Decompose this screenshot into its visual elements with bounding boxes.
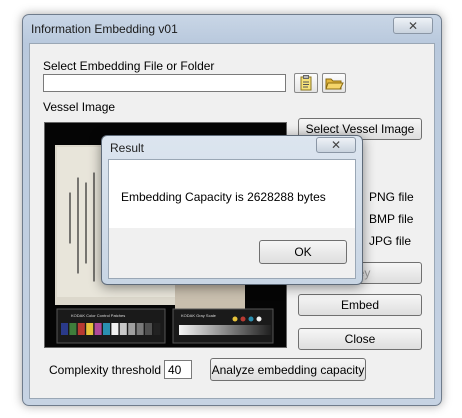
chart-label-1: KODAK Color Control Patches — [71, 313, 125, 318]
format-jpg[interactable]: JPG file — [369, 234, 411, 248]
analyze-capacity-button[interactable]: Analyze embedding capacity — [210, 358, 366, 381]
color-patch — [103, 323, 110, 335]
color-patch — [136, 323, 144, 335]
color-patch — [145, 323, 152, 335]
ok-button[interactable]: OK — [259, 240, 347, 264]
window-close-button[interactable]: ✕ — [393, 17, 433, 34]
vessel-label: Vessel Image — [43, 100, 116, 114]
close-icon: ✕ — [330, 138, 342, 152]
close-icon: ✕ — [407, 18, 419, 33]
window-title: Information Embedding v01 — [31, 22, 178, 36]
close-button[interactable]: Close — [298, 328, 422, 350]
open-folder-icon — [325, 78, 344, 90]
color-patch — [119, 323, 127, 335]
embed-button[interactable]: Embed — [298, 294, 422, 316]
format-bmp[interactable]: BMP file — [369, 212, 413, 226]
file-label: Select Embedding File or Folder — [43, 59, 215, 73]
dialog-title: Result — [110, 141, 145, 155]
clipboard-icon — [300, 75, 312, 91]
color-patch — [77, 323, 85, 335]
message-area: Embedding Capacity is 2628288 bytes — [109, 160, 355, 228]
color-patch — [94, 323, 102, 335]
color-patch — [86, 323, 94, 335]
color-patch — [153, 323, 161, 335]
dialog-body: Embedding Capacity is 2628288 bytes OK — [108, 159, 356, 279]
result-dialog: Result ✕ Embedding Capacity is 2628288 b… — [101, 135, 363, 285]
format-png[interactable]: PNG file — [369, 190, 414, 204]
browse-folder-button[interactable] — [322, 73, 346, 93]
color-patch — [128, 323, 136, 335]
color-chart: KODAK Color Control Patches KODAK Gray S… — [56, 308, 274, 344]
dialog-message: Embedding Capacity is 2628288 bytes — [121, 190, 326, 204]
file-path-input[interactable] — [43, 74, 286, 92]
color-dot — [256, 316, 262, 322]
color-patch — [61, 323, 68, 335]
color-patch — [69, 323, 77, 335]
chart-label-2: KODAK Gray Scale — [181, 313, 217, 318]
threshold-input[interactable] — [164, 360, 192, 379]
browse-file-button[interactable] — [294, 73, 318, 93]
color-patch — [111, 323, 119, 335]
threshold-label: Complexity threshold — [49, 363, 162, 377]
color-dot — [248, 316, 254, 322]
color-dot — [232, 316, 238, 322]
dialog-close-button[interactable]: ✕ — [316, 137, 356, 153]
color-dot — [240, 316, 246, 322]
